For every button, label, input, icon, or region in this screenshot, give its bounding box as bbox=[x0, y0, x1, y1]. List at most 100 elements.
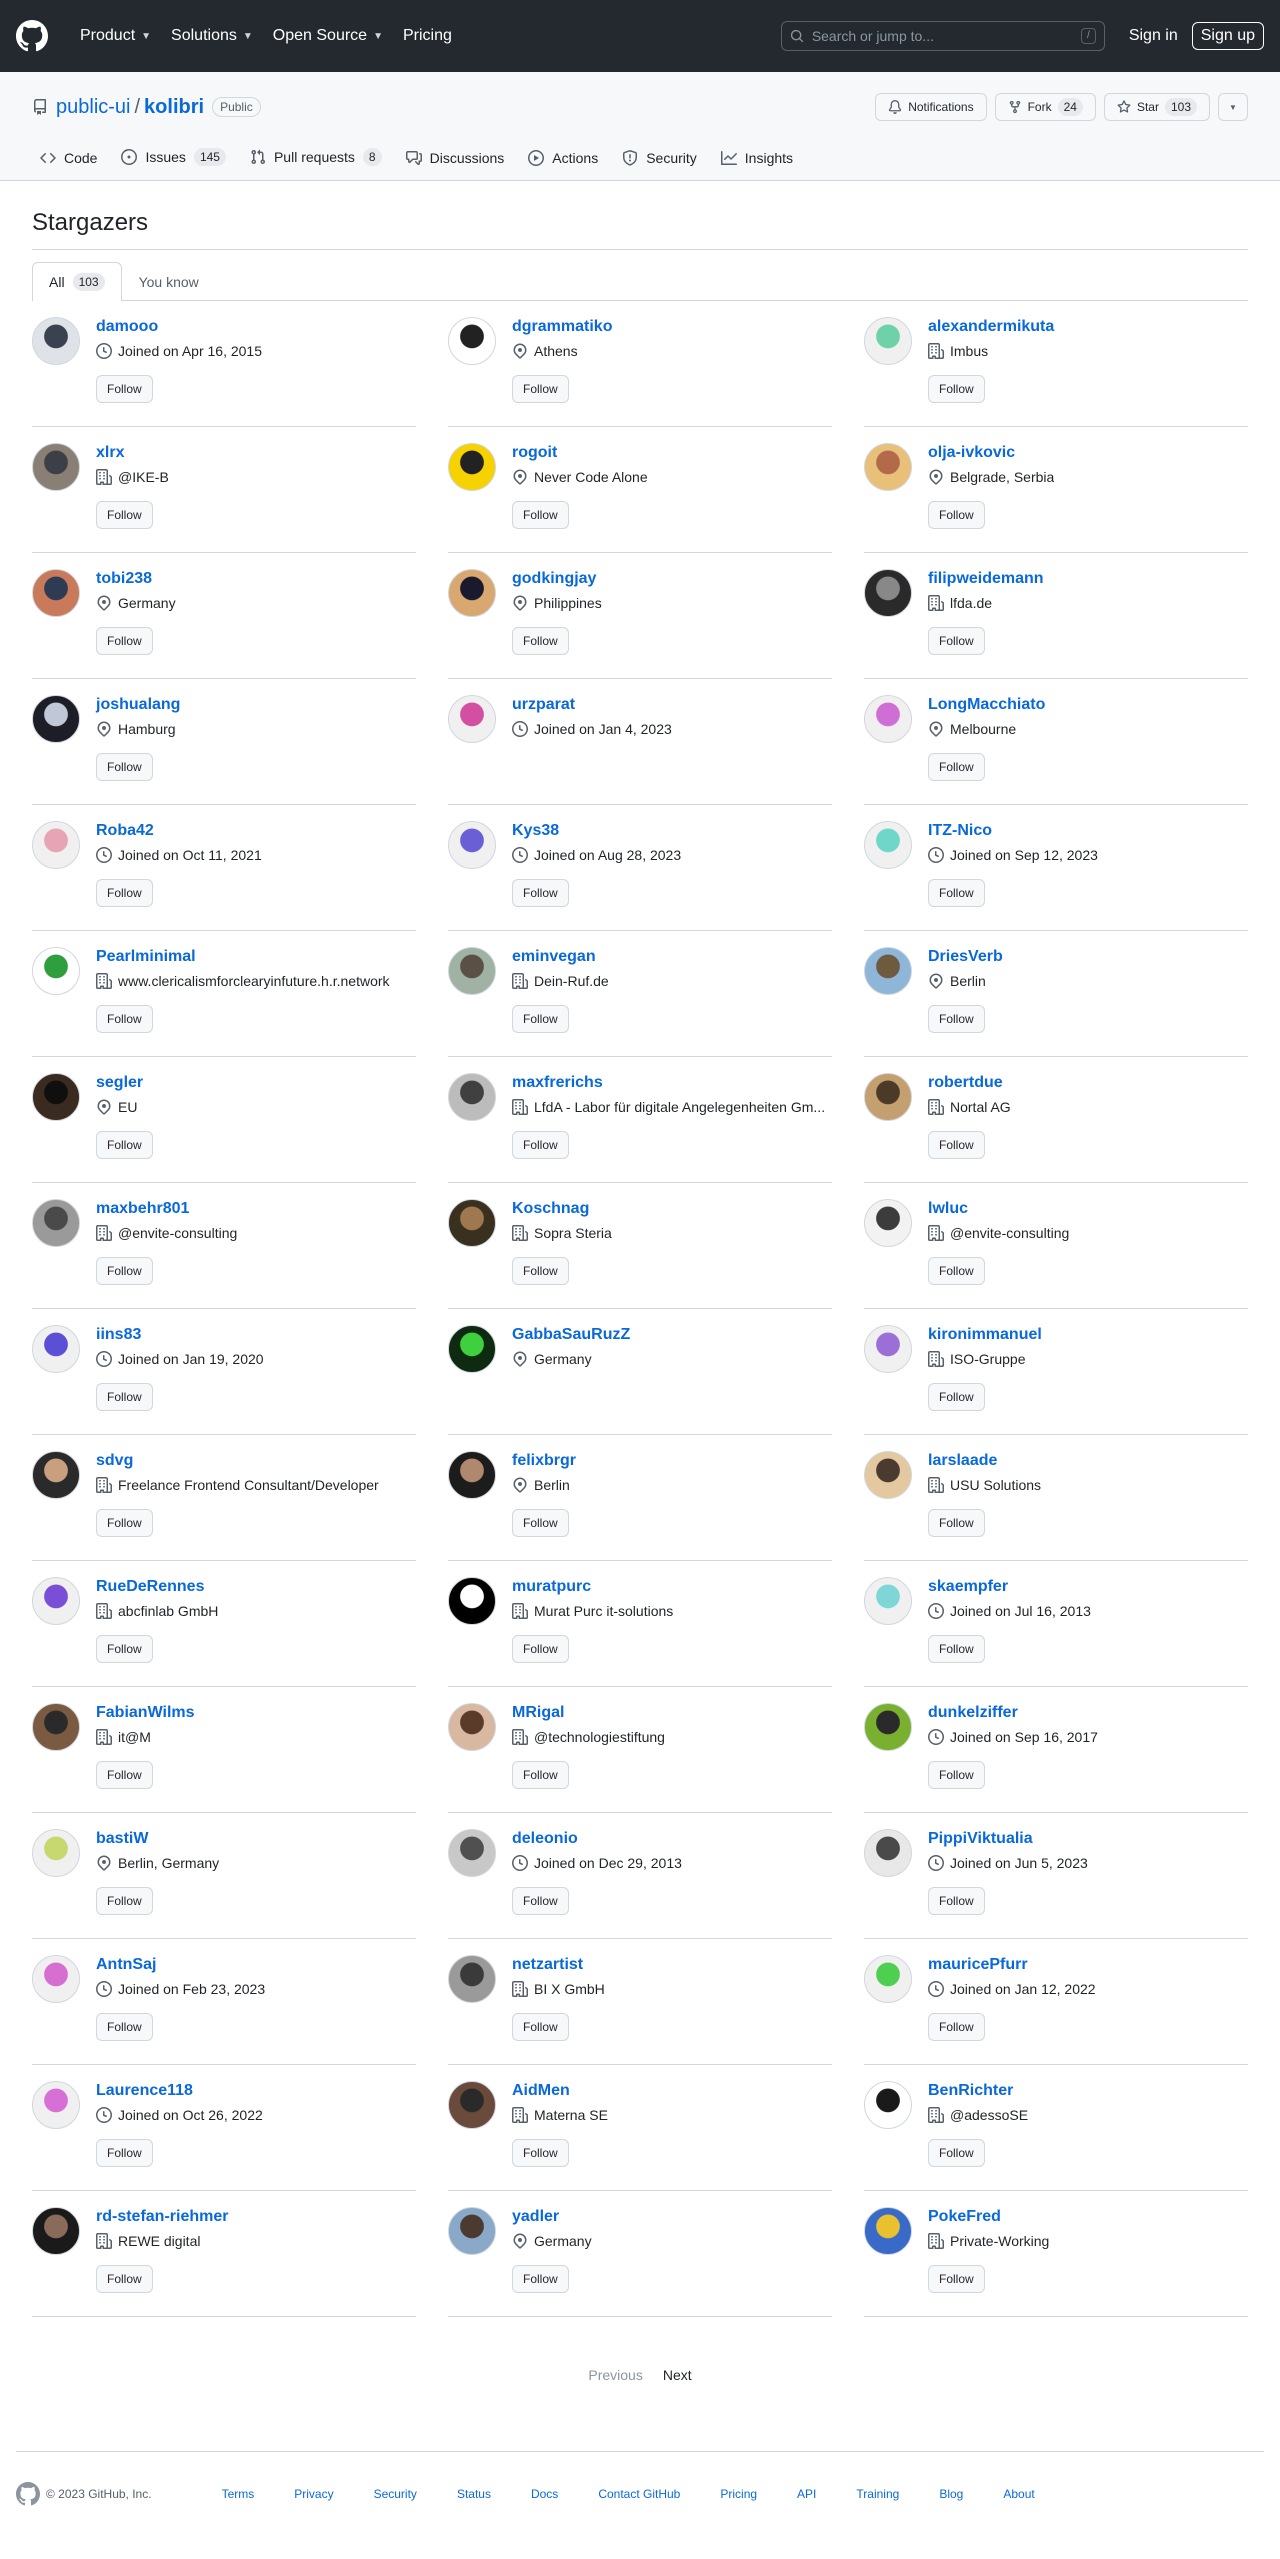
avatar[interactable] bbox=[32, 1325, 80, 1373]
follow-button[interactable]: Follow bbox=[96, 375, 153, 403]
sign-in-link[interactable]: Sign in bbox=[1129, 27, 1178, 45]
follow-button[interactable]: Follow bbox=[928, 2139, 985, 2167]
follow-button[interactable]: Follow bbox=[96, 1761, 153, 1789]
follow-button[interactable]: Follow bbox=[512, 375, 569, 403]
username-link[interactable]: Kys38 bbox=[512, 821, 832, 841]
avatar[interactable] bbox=[32, 2207, 80, 2255]
username-link[interactable]: RueDeRennes bbox=[96, 1577, 416, 1597]
tab-all[interactable]: All 103 bbox=[32, 262, 122, 301]
follow-button[interactable]: Follow bbox=[512, 627, 569, 655]
follow-button[interactable]: Follow bbox=[512, 501, 569, 529]
avatar[interactable] bbox=[448, 443, 496, 491]
follow-button[interactable]: Follow bbox=[512, 1131, 569, 1159]
username-link[interactable]: BenRichter bbox=[928, 2081, 1248, 2101]
nav-solutions[interactable]: Solutions ▼ bbox=[163, 19, 261, 53]
username-link[interactable]: rogoit bbox=[512, 443, 832, 463]
avatar[interactable] bbox=[864, 2207, 912, 2255]
username-link[interactable]: AntnSaj bbox=[96, 1955, 416, 1975]
avatar[interactable] bbox=[864, 1451, 912, 1499]
avatar[interactable] bbox=[32, 317, 80, 365]
avatar[interactable] bbox=[32, 1577, 80, 1625]
avatar[interactable] bbox=[32, 443, 80, 491]
follow-button[interactable]: Follow bbox=[96, 1257, 153, 1285]
avatar[interactable] bbox=[864, 1829, 912, 1877]
footer-link-pricing[interactable]: Pricing bbox=[720, 2487, 757, 2501]
follow-button[interactable]: Follow bbox=[928, 1005, 985, 1033]
avatar[interactable] bbox=[448, 2207, 496, 2255]
avatar[interactable] bbox=[448, 2081, 496, 2129]
avatar[interactable] bbox=[448, 947, 496, 995]
avatar[interactable] bbox=[32, 1829, 80, 1877]
follow-button[interactable]: Follow bbox=[928, 2013, 985, 2041]
tab-discussions[interactable]: Discussions bbox=[398, 150, 513, 180]
username-link[interactable]: alexandermikuta bbox=[928, 317, 1248, 337]
avatar[interactable] bbox=[864, 1073, 912, 1121]
username-link[interactable]: GabbaSauRuzZ bbox=[512, 1325, 832, 1345]
username-link[interactable]: mauricePfurr bbox=[928, 1955, 1248, 1975]
avatar[interactable] bbox=[864, 1199, 912, 1247]
avatar[interactable] bbox=[448, 569, 496, 617]
follow-button[interactable]: Follow bbox=[96, 879, 153, 907]
avatar[interactable] bbox=[448, 317, 496, 365]
footer-link-about[interactable]: About bbox=[1003, 2487, 1034, 2501]
avatar[interactable] bbox=[448, 1199, 496, 1247]
avatar[interactable] bbox=[864, 695, 912, 743]
follow-button[interactable]: Follow bbox=[928, 375, 985, 403]
username-link[interactable]: godkingjay bbox=[512, 569, 832, 589]
avatar[interactable] bbox=[864, 569, 912, 617]
avatar[interactable] bbox=[32, 1073, 80, 1121]
username-link[interactable]: PippiViktualia bbox=[928, 1829, 1248, 1849]
follow-button[interactable]: Follow bbox=[96, 2013, 153, 2041]
tab-issues[interactable]: Issues 145 bbox=[113, 148, 234, 180]
follow-button[interactable]: Follow bbox=[928, 1635, 985, 1663]
avatar[interactable] bbox=[32, 1955, 80, 2003]
avatar[interactable] bbox=[448, 695, 496, 743]
follow-button[interactable]: Follow bbox=[96, 1131, 153, 1159]
username-link[interactable]: sdvg bbox=[96, 1451, 416, 1471]
avatar[interactable] bbox=[32, 569, 80, 617]
follow-button[interactable]: Follow bbox=[512, 1761, 569, 1789]
username-link[interactable]: deleonio bbox=[512, 1829, 832, 1849]
username-link[interactable]: LongMacchiato bbox=[928, 695, 1248, 715]
tab-code[interactable]: Code bbox=[32, 150, 105, 180]
follow-button[interactable]: Follow bbox=[512, 1509, 569, 1537]
star-list-dropdown-button[interactable]: ▼ bbox=[1218, 93, 1248, 121]
avatar[interactable] bbox=[32, 1451, 80, 1499]
avatar[interactable] bbox=[32, 1199, 80, 1247]
avatar[interactable] bbox=[32, 947, 80, 995]
github-mark-icon[interactable] bbox=[16, 2481, 40, 2506]
avatar[interactable] bbox=[32, 821, 80, 869]
footer-link-security[interactable]: Security bbox=[374, 2487, 417, 2501]
footer-link-privacy[interactable]: Privacy bbox=[294, 2487, 333, 2501]
avatar[interactable] bbox=[448, 1955, 496, 2003]
follow-button[interactable]: Follow bbox=[928, 1383, 985, 1411]
username-link[interactable]: felixbrgr bbox=[512, 1451, 832, 1471]
username-link[interactable]: Laurence118 bbox=[96, 2081, 416, 2101]
username-link[interactable]: xlrx bbox=[96, 443, 416, 463]
avatar[interactable] bbox=[448, 1325, 496, 1373]
avatar[interactable] bbox=[864, 1955, 912, 2003]
follow-button[interactable]: Follow bbox=[512, 879, 569, 907]
username-link[interactable]: Pearlminimal bbox=[96, 947, 416, 967]
sign-up-button[interactable]: Sign up bbox=[1191, 22, 1264, 50]
follow-button[interactable]: Follow bbox=[96, 627, 153, 655]
username-link[interactable]: maxbehr801 bbox=[96, 1199, 416, 1219]
follow-button[interactable]: Follow bbox=[96, 753, 153, 781]
username-link[interactable]: netzartist bbox=[512, 1955, 832, 1975]
username-link[interactable]: yadler bbox=[512, 2207, 832, 2227]
footer-link-api[interactable]: API bbox=[797, 2487, 816, 2501]
fork-button[interactable]: Fork 24 bbox=[994, 93, 1096, 121]
username-link[interactable]: filipweidemann bbox=[928, 569, 1248, 589]
username-link[interactable]: kironimmanuel bbox=[928, 1325, 1248, 1345]
follow-button[interactable]: Follow bbox=[928, 1887, 985, 1915]
tab-insights[interactable]: Insights bbox=[713, 150, 801, 180]
username-link[interactable]: eminvegan bbox=[512, 947, 832, 967]
follow-button[interactable]: Follow bbox=[96, 1887, 153, 1915]
follow-button[interactable]: Follow bbox=[512, 1887, 569, 1915]
follow-button[interactable]: Follow bbox=[928, 1257, 985, 1285]
avatar[interactable] bbox=[864, 947, 912, 995]
avatar[interactable] bbox=[864, 443, 912, 491]
username-link[interactable]: Roba42 bbox=[96, 821, 416, 841]
follow-button[interactable]: Follow bbox=[512, 1635, 569, 1663]
follow-button[interactable]: Follow bbox=[928, 879, 985, 907]
